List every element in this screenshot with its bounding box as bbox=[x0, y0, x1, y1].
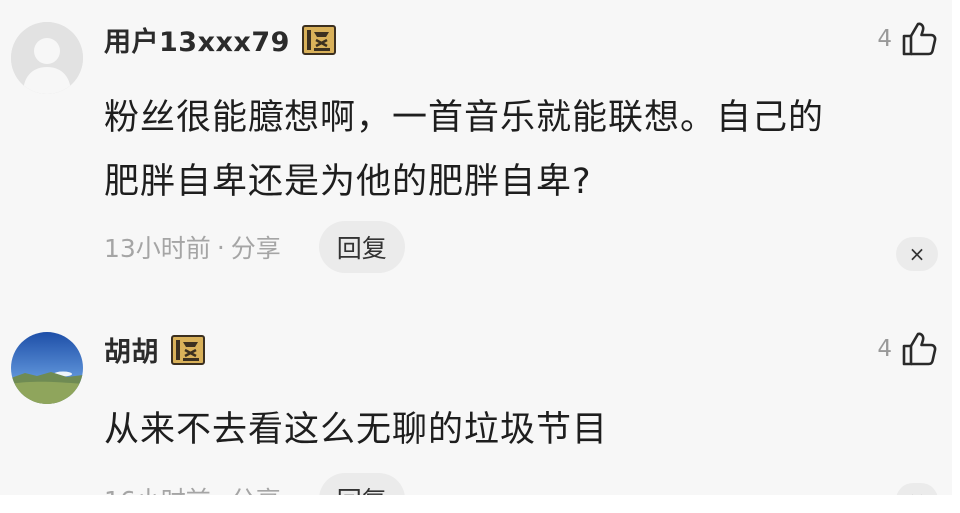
thumbs-up-icon bbox=[902, 332, 937, 366]
close-button[interactable]: × bbox=[896, 483, 938, 495]
comment-list: 用户13xxx79 4 粉丝很能臆想啊，一首音乐就能联想。自己的 肥胖自卑还是为… bbox=[0, 0, 952, 495]
separator: · bbox=[216, 232, 225, 262]
close-icon: × bbox=[909, 488, 926, 495]
comment-text: 粉丝很能臆想啊，一首音乐就能联想。自己的 肥胖自卑还是为他的肥胖自卑? bbox=[104, 86, 934, 214]
landscape-avatar-icon bbox=[11, 332, 83, 404]
avatar[interactable] bbox=[11, 22, 83, 94]
close-button[interactable]: × bbox=[896, 237, 938, 271]
timestamp: 16小时前 bbox=[104, 481, 211, 495]
like-button[interactable]: 4 bbox=[877, 20, 938, 58]
share-link[interactable]: 分享 bbox=[231, 481, 281, 495]
comment-text-line: 粉丝很能臆想啊，一首音乐就能联想。自己的 bbox=[104, 98, 825, 138]
username[interactable]: 用户13xxx79 bbox=[104, 20, 290, 59]
pen-badge-icon bbox=[301, 24, 336, 55]
reply-button[interactable]: 回复 bbox=[318, 221, 405, 273]
username-row: 用户13xxx79 bbox=[104, 20, 336, 59]
close-icon: × bbox=[908, 242, 926, 266]
username[interactable]: 胡胡 bbox=[104, 330, 159, 369]
thumbs-up-icon bbox=[902, 22, 937, 56]
comment-text-line: 从来不去看这么无聊的垃圾节目 bbox=[104, 410, 609, 450]
separator: · bbox=[217, 485, 225, 496]
avatar[interactable] bbox=[11, 332, 83, 404]
username-row: 胡胡 bbox=[104, 330, 205, 369]
pen-badge-icon bbox=[171, 334, 205, 365]
comment-meta: 16小时前 · 分享 回复 bbox=[104, 473, 405, 495]
default-avatar-icon bbox=[11, 22, 83, 94]
comment-text: 从来不去看这么无聊的垃圾节目 bbox=[104, 398, 934, 462]
reply-button[interactable]: 回复 bbox=[318, 473, 405, 495]
comment-meta: 13小时前 · 分享 回复 bbox=[104, 221, 405, 273]
comment-text-line: 肥胖自卑还是为他的肥胖自卑? bbox=[104, 162, 592, 202]
like-button[interactable]: 4 bbox=[877, 330, 938, 368]
share-link[interactable]: 分享 bbox=[231, 229, 281, 265]
like-count: 4 bbox=[877, 26, 892, 52]
timestamp: 13小时前 bbox=[104, 234, 211, 263]
like-count: 4 bbox=[877, 336, 892, 362]
